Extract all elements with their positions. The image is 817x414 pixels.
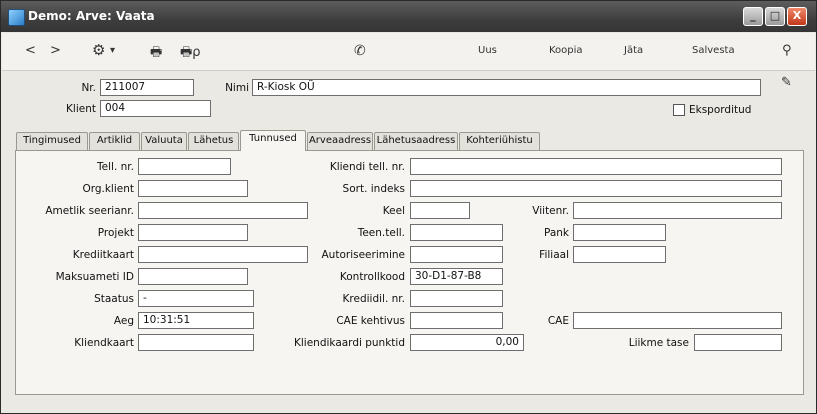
cae-field[interactable] xyxy=(573,312,782,329)
tab-artiklid[interactable]: Artiklid xyxy=(89,132,140,150)
krediitkaart-label: Krediitkaart xyxy=(72,249,134,261)
eksporditud-label: Eksporditud xyxy=(689,104,752,116)
kliendikaardi-punktid-field[interactable]: 0,00 xyxy=(410,334,524,351)
skip-button[interactable]: Jäta xyxy=(624,45,643,56)
nimi-label: Nimi xyxy=(225,82,249,94)
projekt-field[interactable] xyxy=(138,224,248,241)
keel-label: Keel xyxy=(382,205,405,217)
cae-label: CAE xyxy=(547,315,569,327)
klient-label: Klient xyxy=(66,103,96,115)
new-button[interactable]: Uus xyxy=(478,45,497,56)
org-klient-field[interactable] xyxy=(138,180,248,197)
tab-lahetusaadress[interactable]: Lähetusaadress xyxy=(374,132,458,150)
tab-lahetus[interactable]: Lähetus xyxy=(188,132,239,150)
window: Demo: Arve: Vaata _ □ X < > ⚙ ▾ 🖶 🖶ρ ✆ U… xyxy=(0,0,817,414)
liikme-tase-field[interactable] xyxy=(694,334,782,351)
aeg-field[interactable]: 10:31:51 xyxy=(138,312,254,329)
tab-arveaadress[interactable]: Arveaadress xyxy=(307,132,373,150)
kliendkaart-label: Kliendkaart xyxy=(74,337,134,349)
print-preview-icon[interactable]: 🖶ρ xyxy=(180,43,201,65)
chevron-down-icon[interactable]: ▾ xyxy=(110,45,115,56)
nr-label: Nr. xyxy=(81,82,96,94)
print-icon[interactable]: 🖶 xyxy=(150,43,162,65)
gear-icon[interactable]: ⚙ xyxy=(92,41,105,59)
kontrollkood-field[interactable]: 30-D1-87-B8 xyxy=(410,268,503,285)
forward-icon[interactable]: > xyxy=(50,43,61,58)
pank-label: Pank xyxy=(543,227,569,239)
staatus-label: Staatus xyxy=(94,293,134,305)
viitenr-label: Viitenr. xyxy=(532,205,569,217)
tab-tunnused[interactable]: Tunnused xyxy=(240,130,306,151)
nimi-field[interactable]: R-Kiosk OÜ xyxy=(252,79,761,96)
teen-tell-field[interactable] xyxy=(410,224,503,241)
pin-icon[interactable]: ✎ xyxy=(781,75,792,90)
krediidil-nr-label: Krediidil. nr. xyxy=(342,293,405,305)
back-icon[interactable]: < xyxy=(25,43,36,58)
cae-kehtivus-label: CAE kehtivus xyxy=(336,315,405,327)
autoriseerimine-field[interactable] xyxy=(410,246,503,263)
projekt-label: Projekt xyxy=(97,227,134,239)
maximize-button[interactable]: □ xyxy=(765,7,785,26)
filiaal-label: Filiaal xyxy=(539,249,569,261)
autoriseerimine-label: Autoriseerimine xyxy=(321,249,406,261)
krediidil-nr-field[interactable] xyxy=(410,290,503,307)
toolbar: < > ⚙ ▾ 🖶 🖶ρ ✆ Uus Koopia Jäta Salvesta … xyxy=(2,33,815,71)
save-button[interactable]: Salvesta xyxy=(692,45,735,56)
cae-kehtivus-field[interactable] xyxy=(410,312,503,329)
sort-indeks-field[interactable] xyxy=(410,180,782,197)
title-bar: Demo: Arve: Vaata _ □ X xyxy=(1,1,816,32)
close-button[interactable]: X xyxy=(787,7,807,26)
phone-icon[interactable]: ✆ xyxy=(354,43,366,59)
eksporditud-checkbox[interactable] xyxy=(673,104,685,116)
minimize-button[interactable]: _ xyxy=(743,7,763,26)
ametlik-seerianr-label: Ametlik seerianr. xyxy=(45,205,134,217)
copy-button[interactable]: Koopia xyxy=(549,45,583,56)
tab-tingimused[interactable]: Tingimused xyxy=(16,132,88,150)
kontrollkood-label: Kontrollkood xyxy=(339,271,405,283)
kliendi-tell-nr-field[interactable] xyxy=(410,158,782,175)
tab-kohteriuhistu[interactable]: Kohteriühistu xyxy=(459,132,540,150)
aeg-label: Aeg xyxy=(113,315,134,327)
pank-field[interactable] xyxy=(573,224,666,241)
sort-indeks-label: Sort. indeks xyxy=(342,183,405,195)
klient-field[interactable]: 004 xyxy=(100,100,211,117)
nr-field[interactable]: 211007 xyxy=(100,79,194,96)
maksuameti-id-field[interactable] xyxy=(138,268,248,285)
maksuameti-id-label: Maksuameti ID xyxy=(55,271,134,283)
staatus-field[interactable]: - xyxy=(138,290,254,307)
viitenr-field[interactable] xyxy=(573,202,782,219)
kliendkaart-field[interactable] xyxy=(138,334,254,351)
liikme-tase-label: Liikme tase xyxy=(628,337,689,349)
filiaal-field[interactable] xyxy=(573,246,666,263)
window-title: Demo: Arve: Vaata xyxy=(28,9,155,23)
keel-field[interactable] xyxy=(410,202,470,219)
tell-nr-label: Tell. nr. xyxy=(97,161,134,173)
org-klient-label: Org.klient xyxy=(82,183,134,195)
app-icon xyxy=(8,9,25,26)
tab-valuuta[interactable]: Valuuta xyxy=(141,132,187,150)
eye-icon[interactable]: ⚲ xyxy=(782,43,792,58)
tell-nr-field[interactable] xyxy=(138,158,231,175)
teen-tell-label: Teen.tell. xyxy=(357,227,405,239)
kliendikaardi-punktid-label: Kliendikaardi punktid xyxy=(294,337,405,349)
kliendi-tell-nr-label: Kliendi tell. nr. xyxy=(329,161,405,173)
